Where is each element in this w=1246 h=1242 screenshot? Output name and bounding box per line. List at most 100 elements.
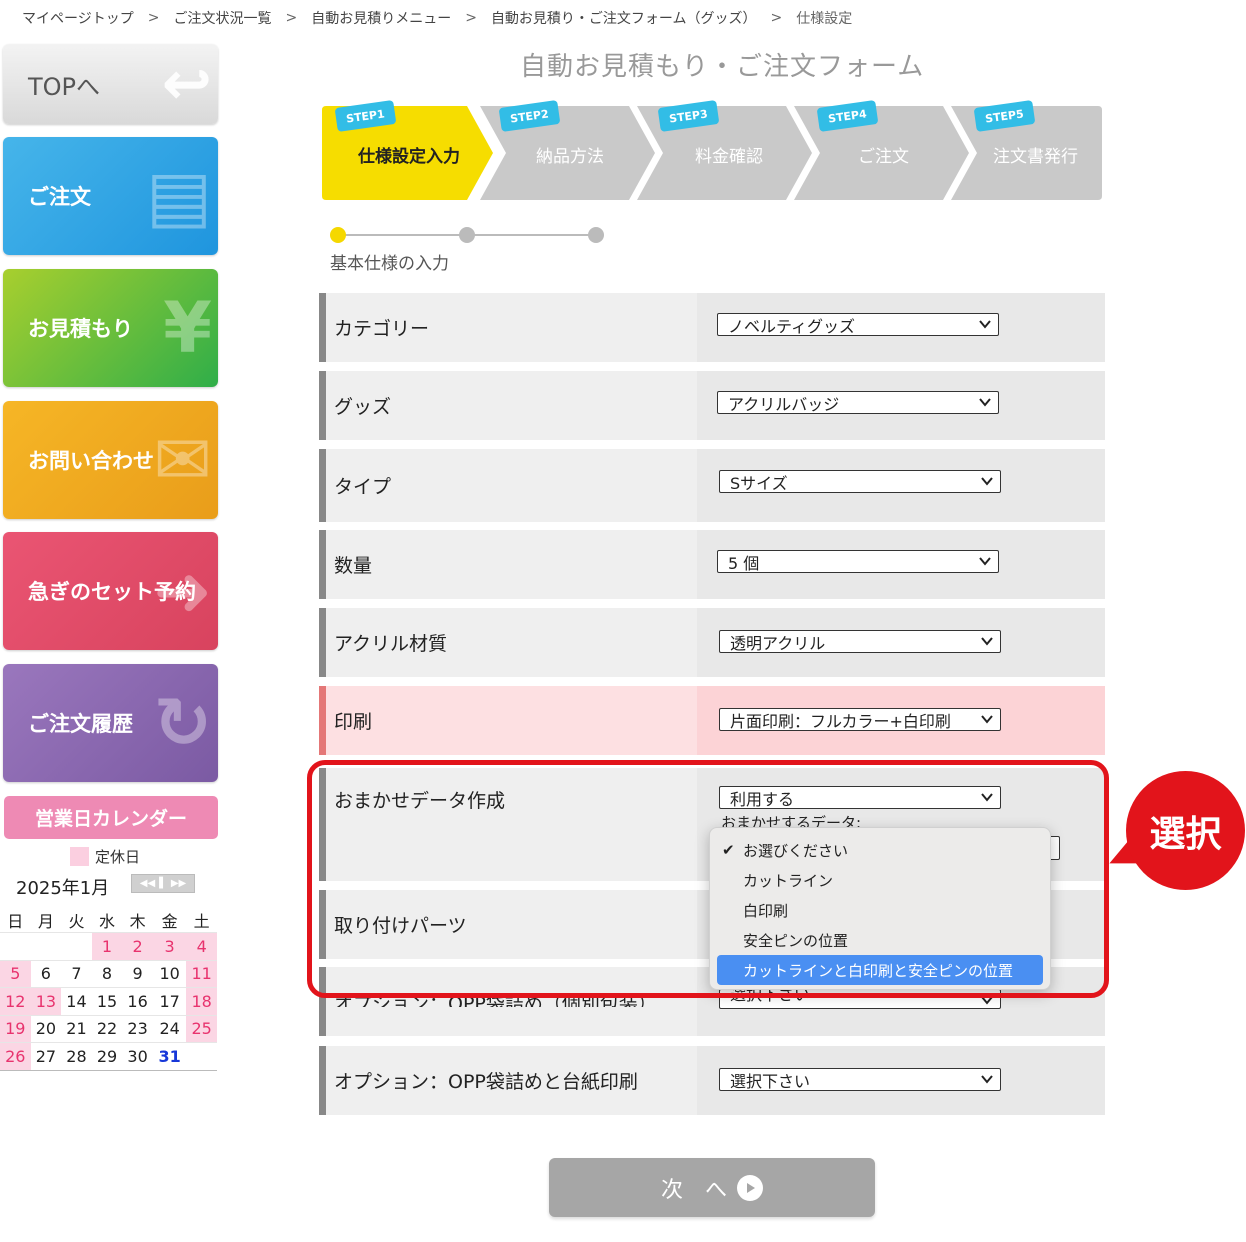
row-label: おまかせデータ作成 <box>326 768 697 881</box>
calendar-next-icon[interactable]: ▶▶ <box>171 878 186 889</box>
sidebar-contact-button[interactable]: お問い合わせ ✉ <box>3 401 218 519</box>
calendar-empty-cell <box>30 932 62 960</box>
next-button[interactable]: 次 へ <box>549 1158 875 1217</box>
select-value: 5 個 <box>728 553 760 573</box>
opp-select[interactable]: 選択下さい <box>719 989 1001 1009</box>
calendar-legend-label: 定休日 <box>95 848 141 866</box>
row-accent-bar <box>319 530 326 599</box>
step-4-label: ご注文 <box>858 147 909 167</box>
calendar-day: 5 <box>0 959 31 988</box>
step-2: STEP2 納品方法 <box>480 100 655 200</box>
type-select[interactable]: Sサイズ <box>719 470 1001 493</box>
breadcrumb-current: 仕様設定 <box>796 11 853 27</box>
dropdown-option[interactable]: カットライン <box>717 865 1043 895</box>
calendar-day: 3 <box>152 932 187 960</box>
option-label: 安全ピンの位置 <box>743 931 849 950</box>
calendar-day: 29 <box>91 1042 123 1071</box>
row-goods: グッズ アクリルバッジ <box>319 371 1105 440</box>
calendar-day: 31 <box>152 1042 187 1071</box>
calendar-day: 15 <box>91 987 123 1015</box>
checkmark-icon: ✔ <box>722 841 735 859</box>
row-value-cell: 透明アクリル <box>697 608 1105 677</box>
calendar-day: 13 <box>30 987 62 1015</box>
calendar-day: 12 <box>0 987 31 1015</box>
chevron-down-icon <box>981 637 993 646</box>
row-accent-bar <box>319 608 326 677</box>
sidebar-order-button[interactable]: ご注文 ▤ <box>3 137 218 255</box>
calendar-day: 18 <box>186 987 217 1015</box>
step-1: STEP1 仕様設定入力 <box>322 100 493 200</box>
breadcrumb-link-order-status[interactable]: ご注文状況一覧 <box>173 8 271 28</box>
row-label: グッズ <box>326 371 697 440</box>
row-value-cell: ノベルティグッズ <box>697 293 1105 362</box>
chevron-down-icon <box>981 715 993 724</box>
breadcrumb-link-mypage[interactable]: マイページトップ <box>22 8 134 28</box>
progress-label: 基本仕様の入力 <box>330 254 449 274</box>
calendar-empty-cell <box>186 1042 217 1071</box>
category-select[interactable]: ノベルティグッズ <box>717 313 999 336</box>
row-label: 数量 <box>326 530 697 599</box>
step-1-label: 仕様設定入力 <box>358 147 460 167</box>
select-value: 選択下さい <box>730 989 811 1004</box>
calendar-day: 8 <box>91 959 123 988</box>
quantity-select[interactable]: 5 個 <box>717 550 999 573</box>
dropdown-option[interactable]: 白印刷 <box>717 895 1043 925</box>
row-label: アクリル材質 <box>326 608 697 677</box>
sidebar-top-button[interactable]: TOPへ ↩ <box>3 44 218 124</box>
print-select[interactable]: 片面印刷：フルカラー+白印刷 <box>719 708 1001 731</box>
sub-progress <box>330 226 604 246</box>
select-value: 利用する <box>730 789 795 809</box>
dropdown-option-highlighted[interactable]: カットラインと白印刷と安全ピンの位置 <box>717 955 1043 985</box>
opp-card-select[interactable]: 選択下さい <box>719 1068 1001 1091</box>
sidebar-rush-label: 急ぎのセット予約 <box>28 580 196 604</box>
row-label: タイプ <box>326 449 697 522</box>
select-value: アクリルバッジ <box>728 394 840 414</box>
calendar-day: 28 <box>61 1042 92 1071</box>
row-category: カテゴリー ノベルティグッズ <box>319 293 1105 362</box>
option-label: カットライン <box>743 871 834 890</box>
row-accent-bar <box>319 768 326 881</box>
breadcrumb: マイページトップ > ご注文状況一覧 > 自動お見積りメニュー > 自動お見積り… <box>22 8 852 28</box>
mail-icon: ✉ <box>153 419 212 501</box>
select-value: 片面印刷：フルカラー+白印刷 <box>730 711 951 731</box>
calendar-day: 16 <box>122 987 153 1015</box>
calendar-weekday: 日 <box>7 912 24 931</box>
sidebar-history-label: ご注文履歴 <box>28 712 133 736</box>
sidebar-estimate-button[interactable]: お見積もり ¥ <box>3 269 218 387</box>
goods-select[interactable]: アクリルバッジ <box>717 391 999 414</box>
yen-icon: ¥ <box>163 287 212 369</box>
sidebar-rush-button[interactable]: 急ぎのセット予約 ➜ <box>3 532 218 650</box>
progress-dot-active <box>330 227 346 243</box>
row-label: 取り付けパーツ <box>326 890 697 959</box>
step-3-label: 料金確認 <box>695 147 763 167</box>
breadcrumb-link-estimate-menu[interactable]: 自動お見積りメニュー <box>311 8 451 28</box>
calendar-nav: ◀◀ ▌ ▶▶ <box>131 874 195 893</box>
callout-badge: 選択 <box>1126 771 1245 890</box>
sidebar-estimate-label: お見積もり <box>28 317 133 341</box>
calendar-weekday: 火 <box>68 912 85 931</box>
progress-dot <box>459 227 475 243</box>
row-accent-bar <box>319 1046 326 1115</box>
calendar-legend: 定休日 <box>70 846 140 867</box>
select-value: ノベルティグッズ <box>728 316 856 336</box>
breadcrumb-separator: > <box>465 10 477 26</box>
document-icon: ▤ <box>145 155 212 237</box>
dropdown-option[interactable]: ✔ お選びください <box>717 835 1043 865</box>
calendar-day: 11 <box>186 959 217 988</box>
history-clock-icon: ↻ <box>153 682 212 764</box>
play-circle-icon <box>737 1174 763 1201</box>
step-indicator: STEP1 仕様設定入力 STEP2 納品方法 STEP3 料金確認 STEP4… <box>322 100 1102 200</box>
calendar-day: 23 <box>122 1014 153 1043</box>
auto-data-select[interactable]: 利用する <box>719 786 1001 809</box>
sidebar-order-label: ご注文 <box>28 185 91 209</box>
row-accent-bar <box>319 371 326 440</box>
breadcrumb-link-order-form[interactable]: 自動お見積り・ご注文フォーム（グッズ） <box>491 8 757 28</box>
calendar-weekday: 金 <box>161 912 178 931</box>
calendar-table: 日月火水木金土 1 2 3 4 5 6 7 8 9 10 11 12 13 14 15 16 17 18 19 20 2… <box>0 908 217 1071</box>
material-select[interactable]: 透明アクリル <box>719 630 1001 653</box>
calendar-current-icon[interactable]: ▌ <box>159 878 167 889</box>
calendar-prev-icon[interactable]: ◀◀ <box>140 878 155 889</box>
sidebar-history-button[interactable]: ご注文履歴 ↻ <box>3 664 218 782</box>
calendar-weekday: 木 <box>129 912 146 931</box>
dropdown-option[interactable]: 安全ピンの位置 <box>717 925 1043 955</box>
